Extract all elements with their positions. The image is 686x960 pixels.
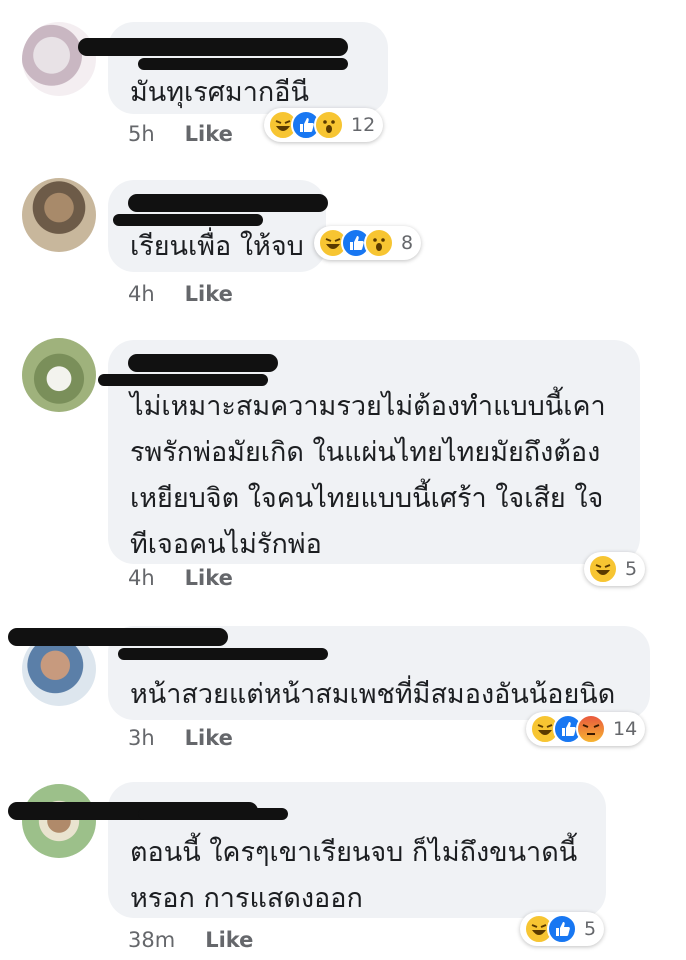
avatar[interactable] xyxy=(22,178,96,252)
comment: เรียนเพื่อ ให้จบ 4h Like 8 xyxy=(0,160,686,320)
like-link[interactable]: Like xyxy=(185,282,233,306)
comment-bubble: ไม่เหมาะสมความรวยไม่ต้องทำแบบนี้เคา รพรั… xyxy=(98,340,640,564)
avatar[interactable] xyxy=(22,338,96,412)
comment: ไม่เหมาะสมความรวยไม่ต้องทำแบบนี้เคา รพรั… xyxy=(0,320,686,610)
redacted-name xyxy=(138,808,288,820)
reaction-count: 14 xyxy=(613,718,638,740)
comment-time[interactable]: 3h xyxy=(128,726,155,750)
comment-meta: 4h Like xyxy=(128,282,233,306)
comment-text: เรียนเพื่อ ให้จบ xyxy=(130,231,304,262)
comment-bubble: เรียนเพื่อ ให้จบ xyxy=(108,180,328,272)
wow-reaction-icon xyxy=(314,110,344,140)
reaction-count: 5 xyxy=(625,558,638,580)
comment: หน้าสวยแต่หน้าสมเพชที่มีสมองอันน้อยนิด 3… xyxy=(0,610,686,770)
comment-time[interactable]: 38m xyxy=(128,928,175,952)
like-reaction-icon xyxy=(547,914,577,944)
comment-meta: 5h Like xyxy=(128,122,233,146)
avatar[interactable] xyxy=(22,784,96,858)
haha-reaction-icon xyxy=(588,554,618,584)
redacted-name xyxy=(118,648,328,660)
comment-time[interactable]: 4h xyxy=(128,566,155,590)
reaction-summary[interactable]: 14 xyxy=(526,712,646,746)
reaction-count: 5 xyxy=(584,918,597,940)
comment: ตอนนี้ ใครๆเขาเรียนจบ ก็ไม่ถึงขนาดนี้ หร… xyxy=(0,770,686,960)
comment-bubble: ตอนนี้ ใครๆเขาเรียนจบ ก็ไม่ถึงขนาดนี้ หร… xyxy=(8,782,606,918)
comment-time[interactable]: 4h xyxy=(128,282,155,306)
comment-meta: 3h Like xyxy=(128,726,233,750)
reaction-summary[interactable]: 8 xyxy=(314,226,422,260)
redacted-name xyxy=(128,194,328,212)
angry-reaction-icon xyxy=(576,714,606,744)
comment-meta: 38m Like xyxy=(128,928,253,952)
comment-bubble: หน้าสวยแต่หน้าสมเพชที่มีสมองอันน้อยนิด xyxy=(8,626,650,720)
comment-text: ตอนนี้ ใครๆเขาเรียนจบ ก็ไม่ถึงขนาดนี้ หร… xyxy=(130,837,578,914)
comment-time[interactable]: 5h xyxy=(128,122,155,146)
reaction-summary[interactable]: 5 xyxy=(584,552,646,586)
wow-reaction-icon xyxy=(364,228,394,258)
reaction-count: 8 xyxy=(401,232,414,254)
redacted-name xyxy=(138,58,348,70)
comment-bubble: มันทุเรศมากอีนี xyxy=(78,22,388,114)
redacted-name xyxy=(128,354,278,372)
redacted-name xyxy=(78,38,348,56)
like-link[interactable]: Like xyxy=(185,122,233,146)
reaction-summary[interactable]: 12 xyxy=(264,108,384,142)
comment-text: ไม่เหมาะสมความรวยไม่ต้องทำแบบนี้เคา รพรั… xyxy=(130,391,606,560)
redacted-name xyxy=(8,628,228,646)
comment-meta: 4h Like xyxy=(128,566,233,590)
comment: มันทุเรศมากอีนี 5h Like 12 xyxy=(0,0,686,160)
like-link[interactable]: Like xyxy=(185,726,233,750)
reaction-summary[interactable]: 5 xyxy=(520,912,605,946)
like-link[interactable]: Like xyxy=(205,928,253,952)
reaction-count: 12 xyxy=(351,114,376,136)
avatar[interactable] xyxy=(22,22,96,96)
like-link[interactable]: Like xyxy=(185,566,233,590)
